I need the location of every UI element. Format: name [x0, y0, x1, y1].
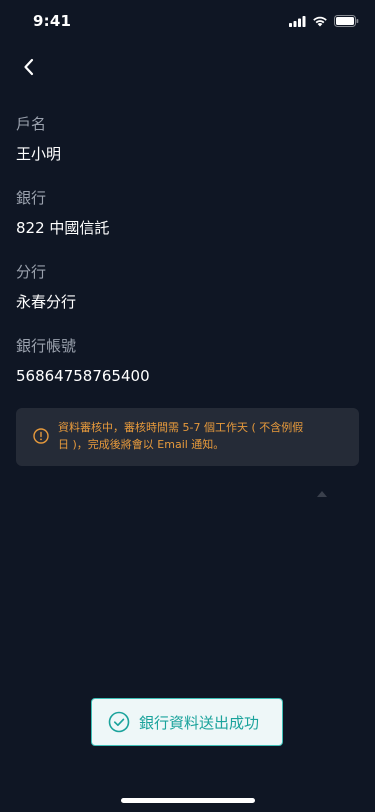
account-name-value: 王小明	[16, 145, 62, 163]
account-number-value: 56864758765400	[16, 367, 150, 385]
account-name-label: 戶名	[16, 115, 47, 133]
account-name-field: 戶名 王小明	[16, 114, 61, 164]
home-indicator[interactable]	[121, 798, 255, 803]
success-toast: 銀行資料送出成功	[91, 698, 283, 746]
back-button[interactable]	[14, 52, 44, 82]
account-number-label: 銀行帳號	[16, 337, 77, 355]
bank-label: 銀行	[16, 189, 47, 207]
branch-field: 分行 永春分行	[16, 262, 76, 312]
notice-line-2: 日 )，完成後將會以 Email 通知。	[58, 437, 225, 451]
check-circle-icon	[108, 711, 130, 733]
caret-up-icon	[317, 491, 327, 497]
toast-text: 銀行資料送出成功	[139, 713, 260, 732]
bank-value: 822 中國信託	[16, 219, 110, 237]
account-number-field: 銀行帳號 56864758765400	[16, 336, 150, 386]
review-notice: 資料審核中，審核時間需 5-7 個工作天 ( 不含例假 日 )，完成後將會以 E…	[16, 408, 359, 466]
back-chevron-icon	[24, 58, 34, 76]
branch-label: 分行	[16, 263, 47, 281]
status-icons	[289, 15, 359, 27]
battery-icon	[334, 15, 359, 27]
status-bar: 9:41	[0, 0, 375, 44]
wifi-icon	[313, 16, 327, 26]
branch-value: 永春分行	[16, 293, 77, 311]
cellular-signal-icon	[289, 15, 306, 27]
bank-field: 銀行 822 中國信託	[16, 188, 109, 238]
status-time: 9:41	[33, 12, 72, 30]
warning-circle-icon	[33, 428, 49, 444]
notice-line-1: 資料審核中，審核時間需 5-7 個工作天 ( 不含例假	[58, 421, 304, 434]
